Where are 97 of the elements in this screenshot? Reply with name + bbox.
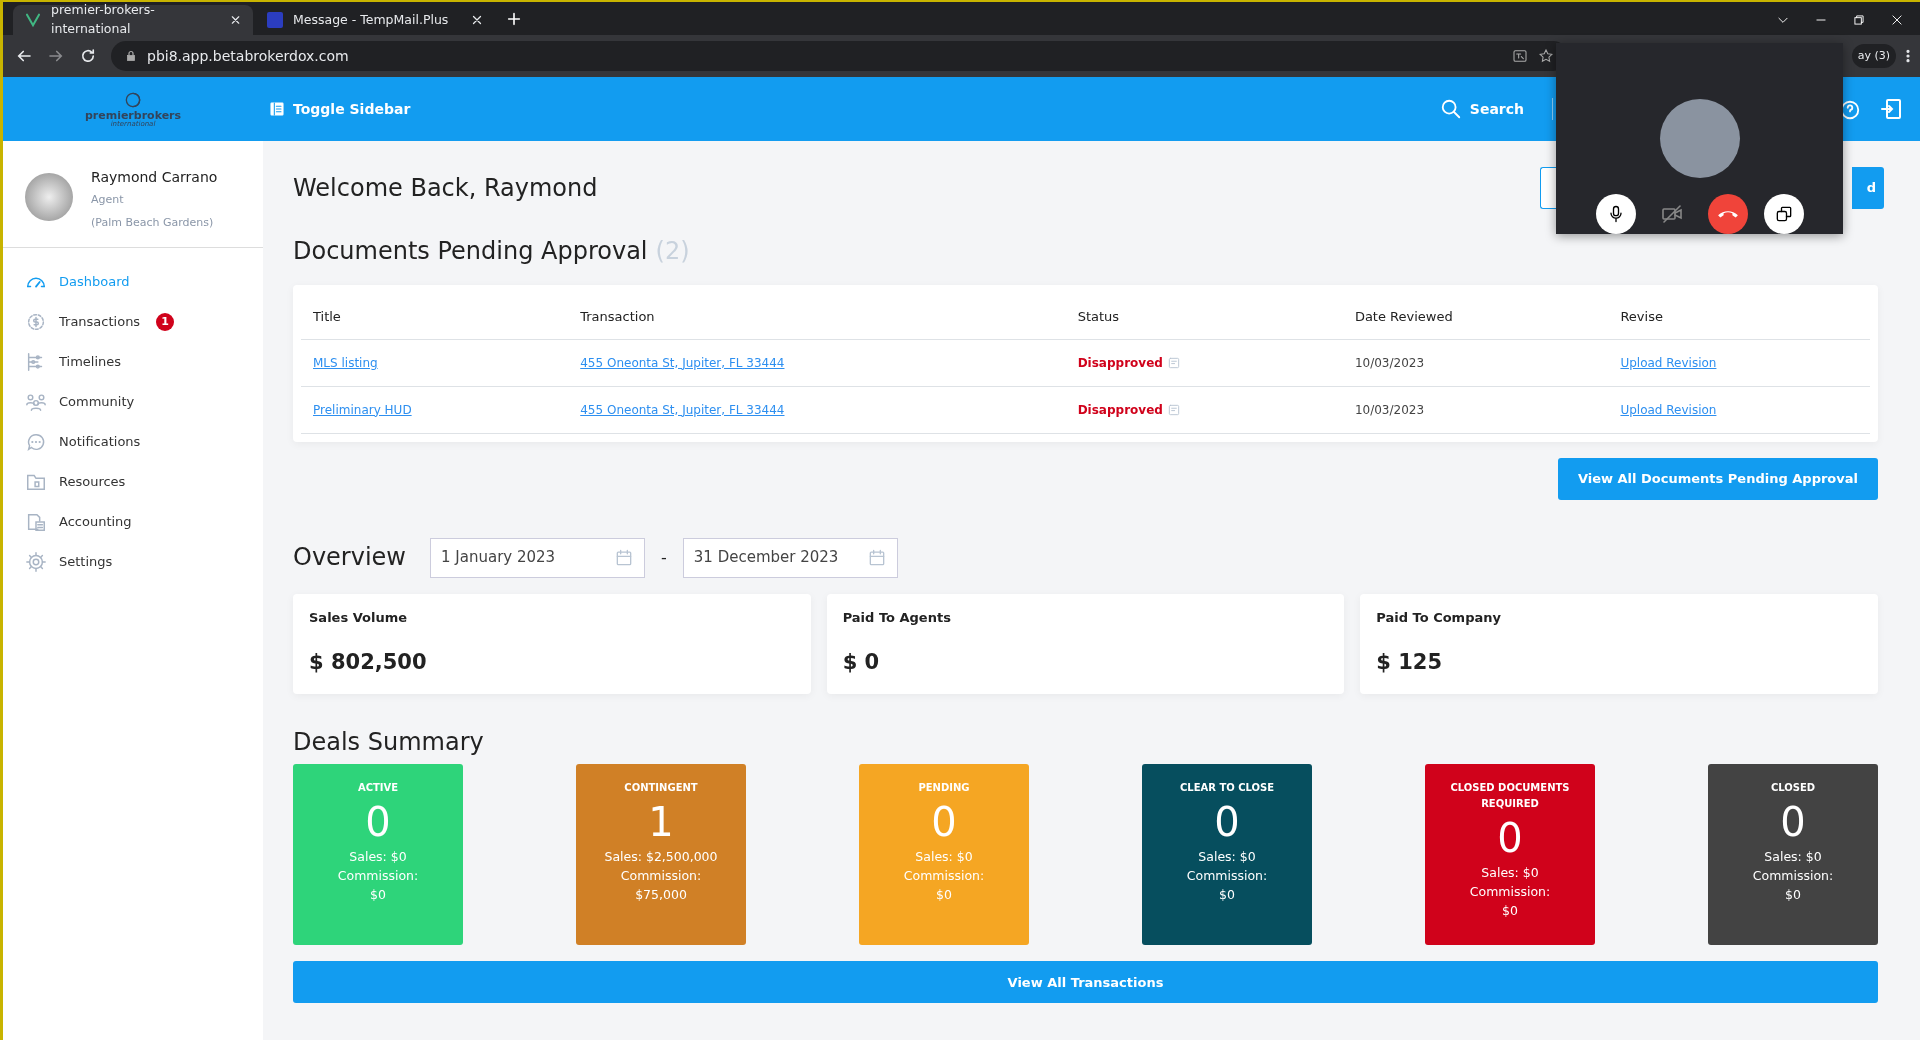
sidebar-item[interactable]: Accounting [25, 502, 132, 542]
translate-icon [1511, 48, 1528, 64]
chat-bubble-icon [25, 431, 47, 453]
deal-count: 0 [1214, 798, 1240, 848]
status-text: Disapproved [1077, 401, 1163, 419]
deal-commission-label: Commission: [620, 867, 702, 886]
deal-commission-label: Commission: [1752, 867, 1834, 886]
lock-icon [125, 50, 137, 62]
deal-commission-value: $0 [1785, 885, 1801, 904]
deal-label: CLOSED [1770, 781, 1816, 796]
phone-icon [1716, 209, 1739, 219]
date-separator: - [661, 546, 667, 569]
note-icon [1166, 402, 1181, 417]
deal-label: CLOSED DOCUMENTS REQUIRED [1449, 781, 1571, 812]
section-title: Overview [293, 543, 406, 572]
deal-commission-value: $75,000 [635, 885, 687, 904]
user-role: Agent [91, 192, 125, 208]
sidebar-item[interactable]: Transactions 1 [25, 302, 175, 342]
deal-sales: Sales: $0 [1481, 864, 1539, 883]
calculator-icon [25, 511, 47, 533]
deal-label: ACTIVE [357, 781, 399, 796]
deal-commission-value: $0 [370, 885, 386, 904]
reload-icon [79, 47, 97, 65]
stat-value: $ 802,500 [309, 649, 428, 676]
date-field[interactable]: 1 January 2023 [430, 537, 645, 578]
deal-label: CLEAR TO CLOSE [1179, 781, 1275, 796]
logo-text: premierbrokers [84, 110, 182, 121]
restore-icon [1852, 13, 1866, 27]
status-text: Disapproved [1077, 354, 1163, 372]
logo-swirl-icon [123, 90, 143, 110]
close-icon [1890, 13, 1904, 27]
sidebar-item[interactable]: Resources [25, 462, 126, 502]
hang-up-button[interactable] [1707, 194, 1748, 234]
browser-tab[interactable]: premier-brokers-international [13, 5, 253, 35]
deal-commission-label: Commission: [903, 867, 985, 886]
section-title: Documents Pending Approval [293, 237, 648, 266]
settings-icon [25, 551, 47, 573]
deal-sales: Sales: $0 [1764, 848, 1822, 867]
column-header: Revise [1608, 285, 1870, 339]
page-title: Welcome Back, Raymond [293, 173, 598, 203]
people-icon [25, 391, 47, 413]
calendar-icon [614, 547, 634, 568]
user-office: (Palm Beach Gardens) [91, 214, 215, 231]
popout-button[interactable] [1763, 194, 1804, 234]
stat-label: Paid To Agents [842, 608, 952, 627]
stat-value: $ 0 [842, 649, 881, 676]
deal-commission-value: $0 [1502, 901, 1518, 920]
column-header: Date Reviewed [1342, 285, 1609, 339]
sidebar-icon [269, 101, 285, 117]
column-header: Title [301, 285, 569, 339]
plus-icon [506, 10, 522, 27]
dollar-coin-icon [25, 311, 47, 333]
table-cell: 10/03/2023 [1342, 386, 1609, 433]
deal-sales: Sales: $2,500,000 [604, 848, 718, 867]
deal-commission-label: Commission: [337, 867, 419, 886]
deal-commission-value: $0 [1219, 885, 1235, 904]
close-icon [229, 14, 241, 26]
search-icon [1439, 98, 1462, 120]
deal-commission-label: Commission: [1186, 867, 1268, 886]
microphone-button[interactable] [1595, 194, 1636, 234]
deal-sales: Sales: $0 [349, 848, 407, 867]
url-text: pbi8.app.betabrokerdox.com [147, 46, 349, 66]
browser-tab[interactable]: Message - TempMail.Plus [255, 5, 495, 35]
stat-value: $ 125 [1376, 649, 1444, 676]
deal-commission-value: $0 [936, 885, 952, 904]
deal-count: 0 [931, 798, 957, 848]
stat-label: Sales Volume [309, 608, 409, 627]
deal-count: 1 [648, 798, 674, 848]
deal-count: 0 [1780, 798, 1806, 848]
logout-icon [1879, 97, 1903, 122]
deal-label: CONTINGENT [624, 781, 698, 796]
deal-sales: Sales: $0 [915, 848, 973, 867]
table-cell: 10/03/2023 [1342, 339, 1609, 386]
v-logo-icon [25, 12, 41, 28]
deal-label: PENDING [918, 781, 970, 796]
sidebar-item[interactable]: Timelines [25, 342, 122, 382]
deal-count: 0 [365, 798, 391, 848]
notification-count: 1 [156, 313, 175, 331]
close-icon [471, 14, 483, 26]
stat-label: Paid To Company [1376, 608, 1502, 627]
column-header: Transaction [568, 285, 1066, 339]
column-header: Status [1065, 285, 1343, 339]
sidebar-item[interactable]: Community [25, 382, 135, 422]
avatar [25, 173, 73, 221]
profile-chip[interactable]: ay (3) [1851, 43, 1896, 69]
sidebar-item[interactable]: Notifications [25, 422, 141, 462]
camera-off-icon [1659, 202, 1684, 226]
deal-sales: Sales: $0 [1198, 848, 1256, 867]
deal-commission-label: Commission: [1469, 883, 1551, 902]
date-field[interactable]: 31 December 2023 [682, 537, 898, 578]
deal-count: 0 [1497, 814, 1523, 864]
note-icon [1166, 355, 1181, 370]
document-link[interactable]: Preliminary HUD [313, 402, 412, 417]
user-name: Raymond Carrano [91, 168, 218, 187]
sidebar-item[interactable]: Settings [25, 542, 113, 582]
section-title: Deals Summary [293, 727, 485, 757]
star-icon [1537, 48, 1554, 64]
